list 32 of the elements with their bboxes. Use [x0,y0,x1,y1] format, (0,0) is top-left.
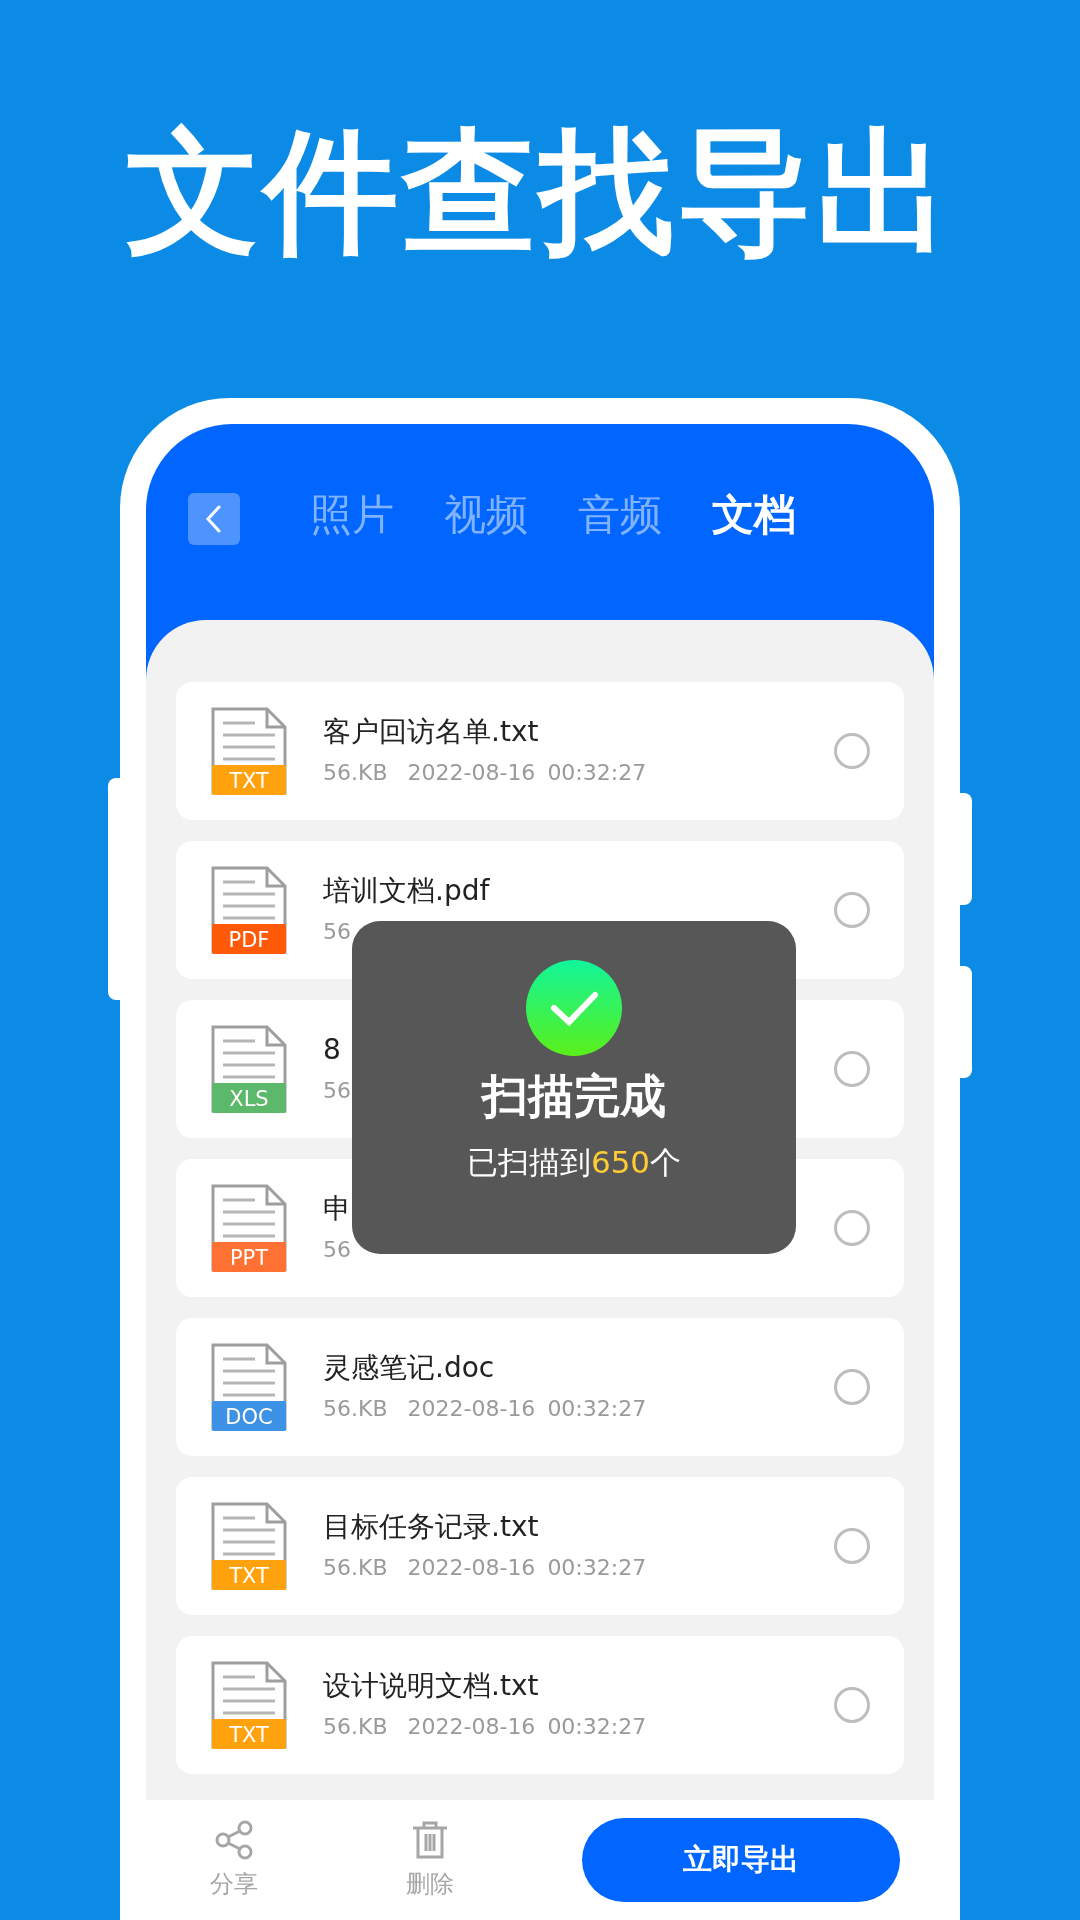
file-type-label: TXT [229,1564,269,1588]
file-name: 设计说明文档.txt [323,1668,540,1704]
file-date: 2022-08-16 [407,759,536,787]
file-size: 56.KB [323,1713,388,1741]
file-time: 00:32:27 [547,1554,647,1582]
file-type-label: XLS [229,1087,269,1111]
file-size: 56.KB [323,1554,388,1582]
file-size: 56 [323,918,351,946]
file-type-label: TXT [229,1723,269,1747]
file-size: 56 [323,1236,351,1264]
file-type-label: PDF [228,928,270,952]
toast-title: 扫描完成 [482,1068,666,1125]
file-date: 2022-08-16 [407,1395,536,1423]
file-time: 00:32:27 [547,1713,647,1741]
file-type-label: TXT [229,769,269,793]
scan-count-text: 已扫描到650个 [466,1143,682,1182]
file-time: 00:32:27 [547,1395,647,1423]
file-time: 00:32:27 [547,759,647,787]
file-name: 申 [323,1191,352,1227]
file-name: 目标任务记录.txt [323,1509,540,1545]
file-name: 客户回访名单.txt [323,714,540,750]
file-date: 2022-08-16 [407,1554,536,1582]
file-date: 2022-08-16 [407,1713,536,1741]
file-type-label: PPT [229,1246,269,1270]
file-type-label: DOC [225,1405,273,1429]
file-name: 培训文档.pdf [323,873,491,909]
file-name: 8 [323,1032,342,1068]
file-size: 56.KB [323,759,388,787]
file-size: 56 [323,1077,351,1105]
headline: 文件查找导出 [126,113,954,272]
file-size: 56.KB [323,1395,388,1423]
file-name: 灵感笔记.doc [323,1350,496,1386]
